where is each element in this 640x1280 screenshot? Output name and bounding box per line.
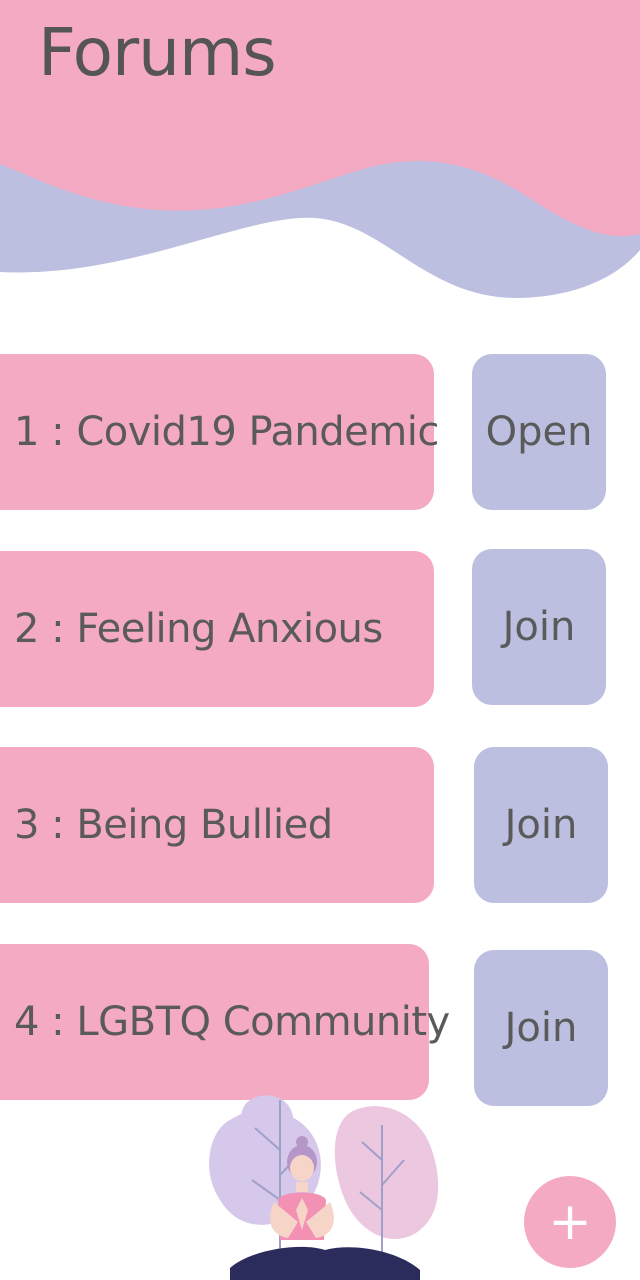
forum-card-being-bullied[interactable]: 3 : Being Bullied bbox=[0, 747, 434, 903]
forum-name: 2 : Feeling Anxious bbox=[14, 606, 383, 652]
forum-card-lgbtq-community[interactable]: 4 : LGBTQ Community bbox=[0, 944, 450, 1100]
add-forum-button[interactable]: + bbox=[524, 1176, 616, 1268]
forums-screen: Forums 1 : Covid19 Pandemic Open 2 : Fee… bbox=[0, 0, 640, 1280]
join-forum-button[interactable]: Join bbox=[472, 549, 606, 705]
join-forum-button[interactable]: Join bbox=[474, 747, 608, 903]
meditation-illustration bbox=[209, 1095, 439, 1280]
forum-name: 3 : Being Bullied bbox=[14, 802, 333, 848]
plus-icon: + bbox=[548, 1192, 592, 1252]
forum-name: 1 : Covid19 Pandemic bbox=[14, 409, 439, 455]
forum-card-feeling-anxious[interactable]: 2 : Feeling Anxious bbox=[0, 551, 434, 707]
page-title: Forums bbox=[38, 14, 277, 91]
forum-name: 4 : LGBTQ Community bbox=[14, 999, 450, 1045]
open-forum-button[interactable]: Open bbox=[472, 354, 606, 510]
forum-card-covid19-pandemic[interactable]: 1 : Covid19 Pandemic bbox=[0, 354, 439, 510]
join-forum-button[interactable]: Join bbox=[474, 950, 608, 1106]
